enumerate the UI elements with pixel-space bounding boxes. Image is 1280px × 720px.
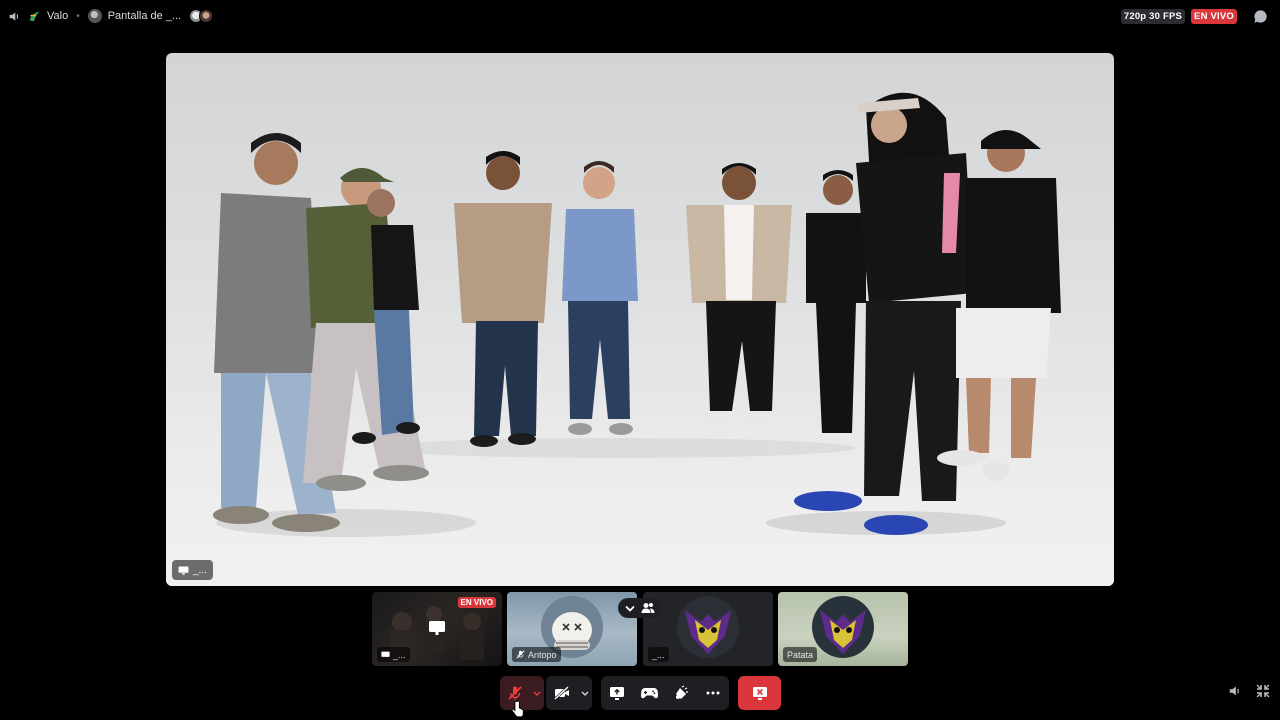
end-call-icon	[752, 686, 768, 701]
stop-stream-button[interactable]	[738, 676, 781, 710]
participant-avatar	[677, 596, 739, 658]
stream-title[interactable]: Pantalla de _...	[108, 10, 181, 22]
chevron-down-icon	[625, 605, 635, 612]
screen-share-icon	[178, 565, 189, 575]
thumb-label: _...	[652, 649, 665, 660]
top-bar: Valo • Pantalla de _... 720p 30 FPS EN V…	[0, 0, 1280, 32]
stream-status: 720p 30 FPS EN VIVO	[1120, 8, 1268, 24]
mic-muted-icon	[516, 650, 525, 659]
activity-buttons	[601, 676, 729, 710]
share-screen-icon[interactable]	[601, 676, 633, 710]
thumb-label: Antopo	[528, 649, 557, 660]
participant-tile-antopo[interactable]: Antopo	[507, 592, 637, 666]
thumb-live-badge: EN VIVO	[457, 597, 496, 608]
screen-share-icon	[428, 620, 446, 636]
gamepad-icon[interactable]	[633, 676, 665, 710]
viewer-avatars[interactable]	[189, 9, 214, 23]
participant-tile-patata[interactable]: Patata	[778, 592, 908, 666]
screen-icon	[381, 651, 390, 659]
people-icon	[641, 602, 655, 614]
camera-toggle[interactable]	[546, 676, 592, 710]
stage-label-text: _...	[193, 564, 207, 576]
chat-icon[interactable]	[1253, 9, 1268, 24]
stream-scene	[213, 92, 1061, 537]
stage-name-tag: _...	[172, 560, 213, 580]
participant-tile-stream[interactable]: EN VIVO _...	[372, 592, 502, 666]
call-controls	[0, 676, 1280, 710]
soundboard-icon[interactable]	[665, 676, 697, 710]
exit-fullscreen-icon[interactable]	[1256, 684, 1270, 698]
mouse-cursor-icon	[511, 700, 524, 720]
camera-off-icon[interactable]	[546, 676, 578, 710]
thumb-name-tag: Antopo	[512, 647, 561, 662]
channel-emoji-icon	[27, 9, 41, 23]
patata-avatar	[812, 596, 874, 658]
more-icon[interactable]	[697, 676, 729, 710]
quality-badge: 720p 30 FPS	[1120, 8, 1186, 24]
mic-options-chevron-icon[interactable]	[530, 676, 544, 710]
speaker-icon[interactable]	[8, 10, 21, 23]
view-controls	[1228, 684, 1270, 698]
volume-icon[interactable]	[1228, 684, 1242, 698]
thumb-name-tag: Patata	[783, 647, 818, 662]
channel-name[interactable]: Valo	[47, 10, 68, 22]
participant-tile-unknown[interactable]: _...	[643, 592, 773, 666]
thumb-name-tag: _...	[377, 647, 410, 662]
thumb-label: Patata	[787, 649, 814, 660]
separator-dot: •	[76, 10, 80, 22]
streamer-avatar	[87, 9, 102, 23]
participant-strip: EN VIVO _... Antopo _... Patata	[372, 592, 908, 666]
stream-info: Valo • Pantalla de _...	[8, 7, 214, 25]
thumb-label: _...	[393, 649, 406, 660]
camera-options-chevron-icon[interactable]	[578, 676, 592, 710]
stream-video[interactable]: _...	[166, 53, 1114, 586]
live-badge: EN VIVO	[1191, 8, 1237, 24]
expand-participants-button[interactable]	[618, 598, 662, 618]
thumb-name-tag: _...	[648, 647, 669, 662]
